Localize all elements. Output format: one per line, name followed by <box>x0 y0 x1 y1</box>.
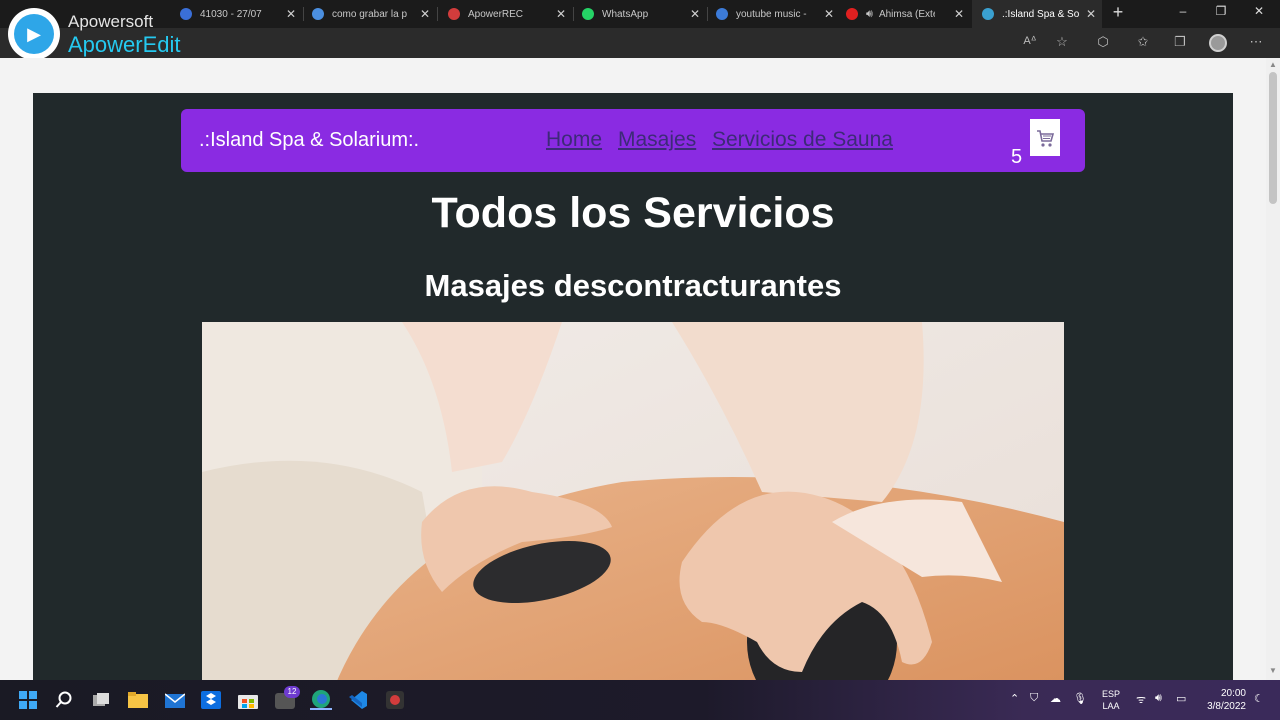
tab-label: 41030 - 27/07 <box>200 8 262 20</box>
tab-separator <box>707 7 708 21</box>
nav-link-home[interactable]: Home <box>546 128 602 152</box>
windows-taskbar: 12 ⌃ ⛉ ☁ 🎙︎ ESP LAA ᯤ 🔊︎ ▭ 20:00 3/8/202… <box>0 680 1280 720</box>
tab-label: WhatsApp <box>602 8 649 20</box>
new-tab-button[interactable]: + <box>1108 2 1128 23</box>
security-icon[interactable]: ⛉ <box>1030 692 1038 705</box>
show-hidden-icons-icon[interactable]: ⌃ <box>1010 692 1019 705</box>
watermark-brand-bottom: ApowerEdit <box>68 31 181 57</box>
browser-tab[interactable]: WhatsApp ✕ <box>582 0 706 28</box>
mail-icon[interactable] <box>164 690 186 710</box>
wifi-icon[interactable]: ᯤ <box>1136 692 1146 707</box>
site-container: .:Island Spa & Solarium:. Home Masajes S… <box>33 93 1233 720</box>
tab-close-icon[interactable]: ✕ <box>954 7 964 21</box>
search-icon <box>716 8 728 20</box>
site-navbar: .:Island Spa & Solarium:. Home Masajes S… <box>181 109 1085 172</box>
browser-tab[interactable]: ApowerREC ✕ <box>448 0 572 28</box>
windows-start-icon[interactable] <box>17 690 39 710</box>
system-clock[interactable]: 20:00 3/8/2022 <box>1198 687 1246 713</box>
microphone-icon[interactable]: 🎙︎ <box>1073 692 1087 705</box>
tab-label: como grabar la p <box>332 8 408 20</box>
extensions-icon[interactable]: ⬡ <box>1093 34 1113 50</box>
volume-icon[interactable]: 🔊︎ <box>1155 692 1162 705</box>
tab-label: .:Island Spa & So <box>1002 8 1080 20</box>
nav-link-sauna[interactable]: Servicios de Sauna <box>712 128 893 152</box>
favorites-icon[interactable]: ✩ <box>1133 34 1153 50</box>
browser-toolbar: Aᐞ ☆ ⬡ ✩ ❐ ⋯ <box>0 28 1280 58</box>
store-icon[interactable] <box>237 690 259 710</box>
minimize-button[interactable]: – <box>1168 4 1198 18</box>
tab-label: youtube music - <box>736 8 807 20</box>
profile-avatar[interactable] <box>1209 34 1227 52</box>
section-title: Masajes descontracturantes <box>424 268 842 303</box>
file-explorer-icon[interactable] <box>127 690 149 710</box>
keyboard-layout: LAA <box>1102 701 1120 711</box>
whatsapp-icon <box>582 8 594 20</box>
tab-close-icon[interactable]: ✕ <box>690 7 700 21</box>
battery-icon[interactable]: ▭ <box>1176 692 1186 705</box>
tab-separator <box>303 7 304 21</box>
tab-favicon-icon <box>180 8 192 20</box>
browser-tab[interactable]: como grabar la p ✕ <box>312 0 436 28</box>
edge-icon[interactable] <box>310 690 332 710</box>
apoweredit-watermark: ▶ Apowersoft ApowerEdit <box>8 8 181 60</box>
close-window-button[interactable]: ✕ <box>1244 4 1274 18</box>
speaker-icon[interactable]: 🔊︎ <box>866 8 873 21</box>
restore-button[interactable]: ❐ <box>1206 4 1236 18</box>
massage-photo <box>202 322 1064 720</box>
more-options-icon[interactable]: ⋯ <box>1246 34 1266 50</box>
notification-badge: 12 <box>284 686 300 698</box>
tab-close-icon[interactable]: ✕ <box>1086 7 1096 21</box>
tab-favicon-icon <box>448 8 460 20</box>
tab-separator <box>573 7 574 21</box>
browser-tab[interactable]: youtube music - ✕ <box>716 0 840 28</box>
language-code: ESP <box>1102 689 1121 699</box>
hot-stone-massage-image <box>202 322 1064 720</box>
watermark-brand-top: Apowersoft <box>68 11 154 31</box>
cart-count: 5 <box>1011 146 1023 168</box>
focus-assist-icon[interactable]: ☾ <box>1254 692 1264 705</box>
tab-label: Ahimsa (Exte <box>878 8 935 20</box>
youtube-icon <box>846 8 858 20</box>
browser-tab[interactable]: 🔊︎ Ahimsa (Exte ✕ <box>846 0 970 28</box>
scroll-down-icon[interactable]: ▼ <box>1269 666 1277 675</box>
nav-link-masajes[interactable]: Masajes <box>618 128 696 152</box>
tab-close-icon[interactable]: ✕ <box>286 7 296 21</box>
tab-close-icon[interactable]: ✕ <box>556 7 566 21</box>
page-title: Todos los Servicios <box>431 189 835 237</box>
shopping-cart-icon <box>1037 129 1055 147</box>
tab-favicon-icon <box>312 8 324 20</box>
tab-favicon-icon <box>982 8 994 20</box>
scroll-up-icon[interactable]: ▲ <box>1269 60 1277 69</box>
clock-time: 20:00 <box>1220 688 1246 699</box>
tab-label: ApowerREC <box>468 8 524 20</box>
tab-close-icon[interactable]: ✕ <box>824 7 834 21</box>
browser-tab[interactable]: 41030 - 27/07 ✕ <box>180 0 302 28</box>
tab-close-icon[interactable]: ✕ <box>420 7 430 21</box>
favorite-add-icon[interactable]: ☆ <box>1052 34 1072 50</box>
tab-separator <box>437 7 438 21</box>
cart-button[interactable] <box>1030 119 1060 156</box>
apowerrec-icon[interactable] <box>384 690 406 710</box>
read-aloud-icon[interactable]: Aᐞ <box>1020 34 1040 47</box>
input-language-indicator[interactable]: ESP LAA <box>1102 688 1120 712</box>
apoweredit-logo-icon: ▶ <box>8 8 60 60</box>
vertical-scrollbar[interactable]: ▲ ▼ <box>1266 58 1280 680</box>
site-brand[interactable]: .:Island Spa & Solarium:. <box>199 129 419 152</box>
clock-date: 3/8/2022 <box>1207 701 1246 712</box>
page-viewport: .:Island Spa & Solarium:. Home Masajes S… <box>0 58 1266 720</box>
browser-tab-strip: 41030 - 27/07 ✕ como grabar la p ✕ Apowe… <box>0 0 1280 28</box>
search-icon[interactable] <box>53 690 75 710</box>
task-view-icon[interactable] <box>90 690 112 710</box>
browser-tab-active[interactable]: .:Island Spa & So ✕ <box>972 0 1102 28</box>
dropbox-icon[interactable] <box>200 690 222 710</box>
scrollbar-thumb[interactable] <box>1269 72 1277 204</box>
onedrive-icon[interactable]: ☁ <box>1050 692 1061 705</box>
vscode-icon[interactable] <box>347 690 369 710</box>
collections-icon[interactable]: ❐ <box>1170 34 1190 50</box>
